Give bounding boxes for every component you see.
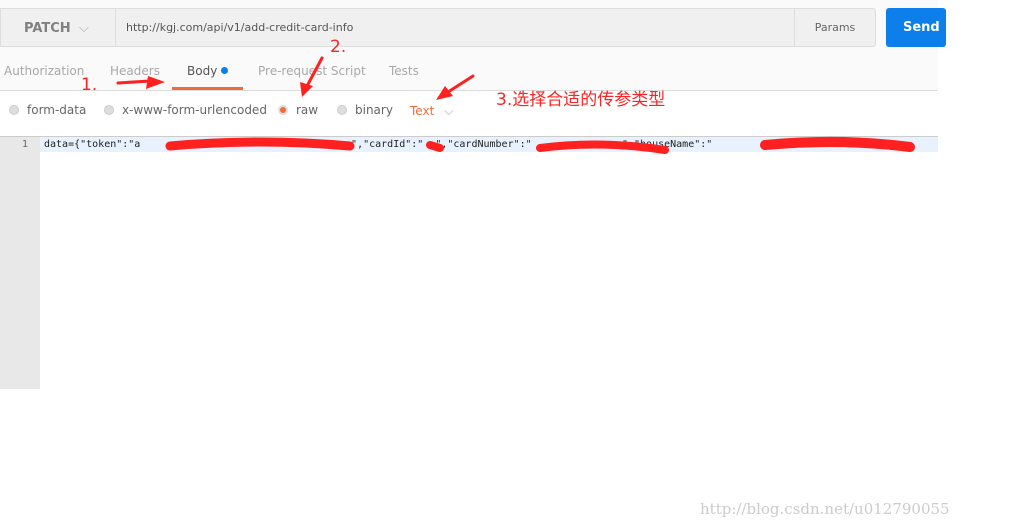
arrow-2-icon xyxy=(304,56,324,90)
annotation-overlay xyxy=(116,56,915,154)
arrow-2-head-icon xyxy=(300,82,313,97)
redaction-mark xyxy=(426,141,444,152)
annotation-step-1: 1. xyxy=(81,75,98,95)
watermark: http://blog.csdn.net/u012790055 xyxy=(700,500,950,518)
arrow-3-icon xyxy=(446,74,475,94)
annotation-step-3: 3.选择合适的传参类型 xyxy=(496,90,666,110)
redaction-mark xyxy=(760,136,915,152)
annotation-step-2: 2. xyxy=(330,37,347,57)
arrow-3-head-icon xyxy=(436,86,453,100)
arrow-1-icon xyxy=(116,79,152,85)
redaction-mark xyxy=(165,137,355,151)
redaction-mark xyxy=(536,140,669,154)
arrow-1-head-icon xyxy=(146,76,165,89)
